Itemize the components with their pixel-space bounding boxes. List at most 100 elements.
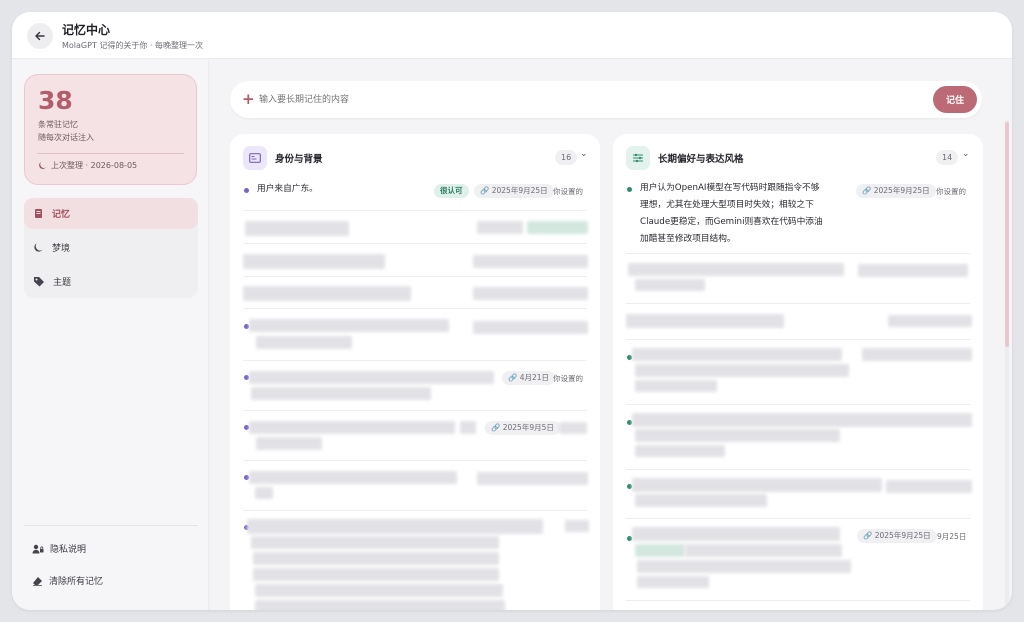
- redacted-text: [637, 576, 709, 588]
- redacted-text: [635, 364, 849, 377]
- privacy-link[interactable]: 隐私说明: [32, 542, 86, 555]
- memory-text-line: 理想，尤其在处理大型项目时失效；相较之下: [640, 200, 814, 210]
- tag-icon: [34, 277, 44, 287]
- scrollbar[interactable]: [1005, 120, 1009, 610]
- source-label: 9月25日: [937, 532, 967, 541]
- source-label: 你设置的: [553, 187, 583, 196]
- bullet-dot: [627, 187, 632, 192]
- redacted-text: [635, 494, 767, 507]
- list-item[interactable]: [243, 461, 588, 511]
- sidebar-item-dreams[interactable]: 梦境: [24, 232, 198, 263]
- redacted-text: [637, 560, 851, 573]
- memory-input[interactable]: [259, 93, 859, 107]
- privacy-link-label: 隐私说明: [50, 545, 87, 555]
- plus-icon: +: [242, 90, 255, 108]
- redacted-text: [256, 336, 352, 349]
- redacted-text: [635, 429, 840, 442]
- list-item[interactable]: [626, 340, 972, 405]
- list-item[interactable]: [626, 405, 972, 470]
- list-item[interactable]: [243, 244, 588, 277]
- redacted-text: [635, 544, 685, 557]
- page-title: 记忆中心: [62, 23, 111, 37]
- memory-text-line: Claude更稳定，而Gemini则喜欢在代码中添油: [640, 217, 823, 227]
- date-badge: 🔗 2025年9月25日: [474, 184, 554, 198]
- list-item[interactable]: [243, 309, 588, 361]
- redacted-text: [635, 445, 725, 457]
- list-item[interactable]: 用户来自广东。 很认可 🔗 2025年9月25日 你设置的: [243, 178, 587, 211]
- list-item[interactable]: 用户认为OpenAI模型在写代码时跟随指令不够 理想，尤其在处理大型项目时失效；…: [626, 178, 970, 254]
- redacted-text: [247, 519, 543, 534]
- list-item[interactable]: [626, 470, 972, 519]
- date-badge: 🔗 4月21日: [502, 371, 556, 385]
- list-item[interactable]: 🔗 4月21日 你设置的: [243, 361, 587, 411]
- date-badge: 🔗 2025年9月5日: [485, 421, 560, 435]
- list-item[interactable]: [243, 211, 588, 244]
- redacted-text: [527, 221, 588, 234]
- redacted-text: [626, 314, 784, 328]
- sidebar: 38 条常驻记忆 随每次对话注入 上次整理 · 2026-08-05 记忆 梦境…: [12, 60, 209, 610]
- chevron-down-icon[interactable]: ⌄: [962, 149, 970, 159]
- memory-stats-card: 38 条常驻记忆 随每次对话注入 上次整理 · 2026-08-05: [24, 74, 197, 185]
- list-item[interactable]: [243, 277, 588, 309]
- back-button[interactable]: [27, 23, 53, 49]
- redacted-text: [249, 319, 449, 332]
- scrollbar-thumb[interactable]: [1005, 122, 1009, 347]
- list-item[interactable]: 🔗 2025年9月5日: [243, 411, 587, 461]
- panel-count: 16: [555, 150, 578, 165]
- redacted-text: [256, 437, 322, 450]
- redacted-text: [565, 520, 589, 532]
- last-tidy-text: 上次整理 · 2026-08-05: [51, 161, 138, 170]
- source-label: 你设置的: [936, 187, 966, 196]
- list-item[interactable]: [626, 304, 972, 340]
- sidebar-item-label: 主题: [53, 278, 72, 288]
- redacted-text: [685, 544, 842, 557]
- sidebar-item-label: 梦境: [52, 244, 71, 254]
- sliders-icon: [626, 146, 650, 170]
- panel-title: 身份与背景: [275, 154, 323, 165]
- clear-all-label: 清除所有记忆: [49, 577, 104, 587]
- redacted-text: [473, 321, 588, 334]
- arrow-left-icon: [35, 31, 45, 41]
- redacted-text: [632, 413, 972, 427]
- redacted-text: [460, 421, 476, 434]
- redacted-text: [477, 221, 523, 234]
- memory-icon: [35, 209, 42, 218]
- panel-title: 长期偏好与表达风格: [658, 154, 744, 165]
- redacted-text: [628, 263, 844, 276]
- redacted-text: [888, 315, 972, 327]
- page-subtitle: MolaGPT 记得的关于你 · 每晚整理一次: [62, 41, 204, 50]
- redacted-text: [249, 421, 455, 434]
- redacted-text: [255, 584, 503, 597]
- memory-count: 38: [38, 86, 73, 115]
- redacted-text: [253, 568, 499, 581]
- panel-identity: 身份与背景 16 ⌄ 用户来自广东。 很认可 🔗 2025年9月25日 你设置的: [230, 134, 600, 610]
- redacted-text: [635, 380, 717, 392]
- clear-all-memories-link[interactable]: 清除所有记忆: [32, 574, 103, 587]
- remember-button[interactable]: 记住: [933, 86, 977, 113]
- list-item[interactable]: 🔗 2025年9月25日 9月25日: [626, 519, 970, 601]
- redacted-text: [249, 371, 494, 384]
- memory-input-bar: + 记住: [230, 81, 982, 118]
- panel-preferences: 长期偏好与表达风格 14 ⌄ 用户认为OpenAI模型在写代码时跟随指令不够 理…: [613, 134, 983, 610]
- sidebar-item-topics[interactable]: 主题: [24, 266, 198, 297]
- status-badge: 很认可: [434, 184, 469, 198]
- redacted-text: [862, 348, 972, 361]
- list-item[interactable]: [243, 511, 589, 610]
- redacted-text: [477, 472, 588, 485]
- redacted-text: [632, 527, 840, 541]
- sidebar-item-memory[interactable]: 记忆: [24, 198, 198, 229]
- sidebar-item-label: 记忆: [52, 210, 71, 220]
- panel-count: 14: [936, 150, 959, 165]
- redacted-text: [255, 600, 505, 610]
- chevron-down-icon[interactable]: ⌄: [580, 149, 588, 159]
- redacted-text: [243, 286, 411, 301]
- memory-text-line: 加醋甚至修改项目结构。: [640, 234, 736, 244]
- header: 记忆中心 MolaGPT 记得的关于你 · 每晚整理一次: [12, 12, 1012, 59]
- list-item[interactable]: [626, 254, 970, 304]
- redacted-text: [251, 387, 431, 400]
- id-card-icon: [243, 146, 267, 170]
- redacted-text: [253, 552, 499, 565]
- redacted-text: [243, 254, 385, 269]
- redacted-text: [632, 478, 882, 492]
- redacted-text: [858, 264, 968, 277]
